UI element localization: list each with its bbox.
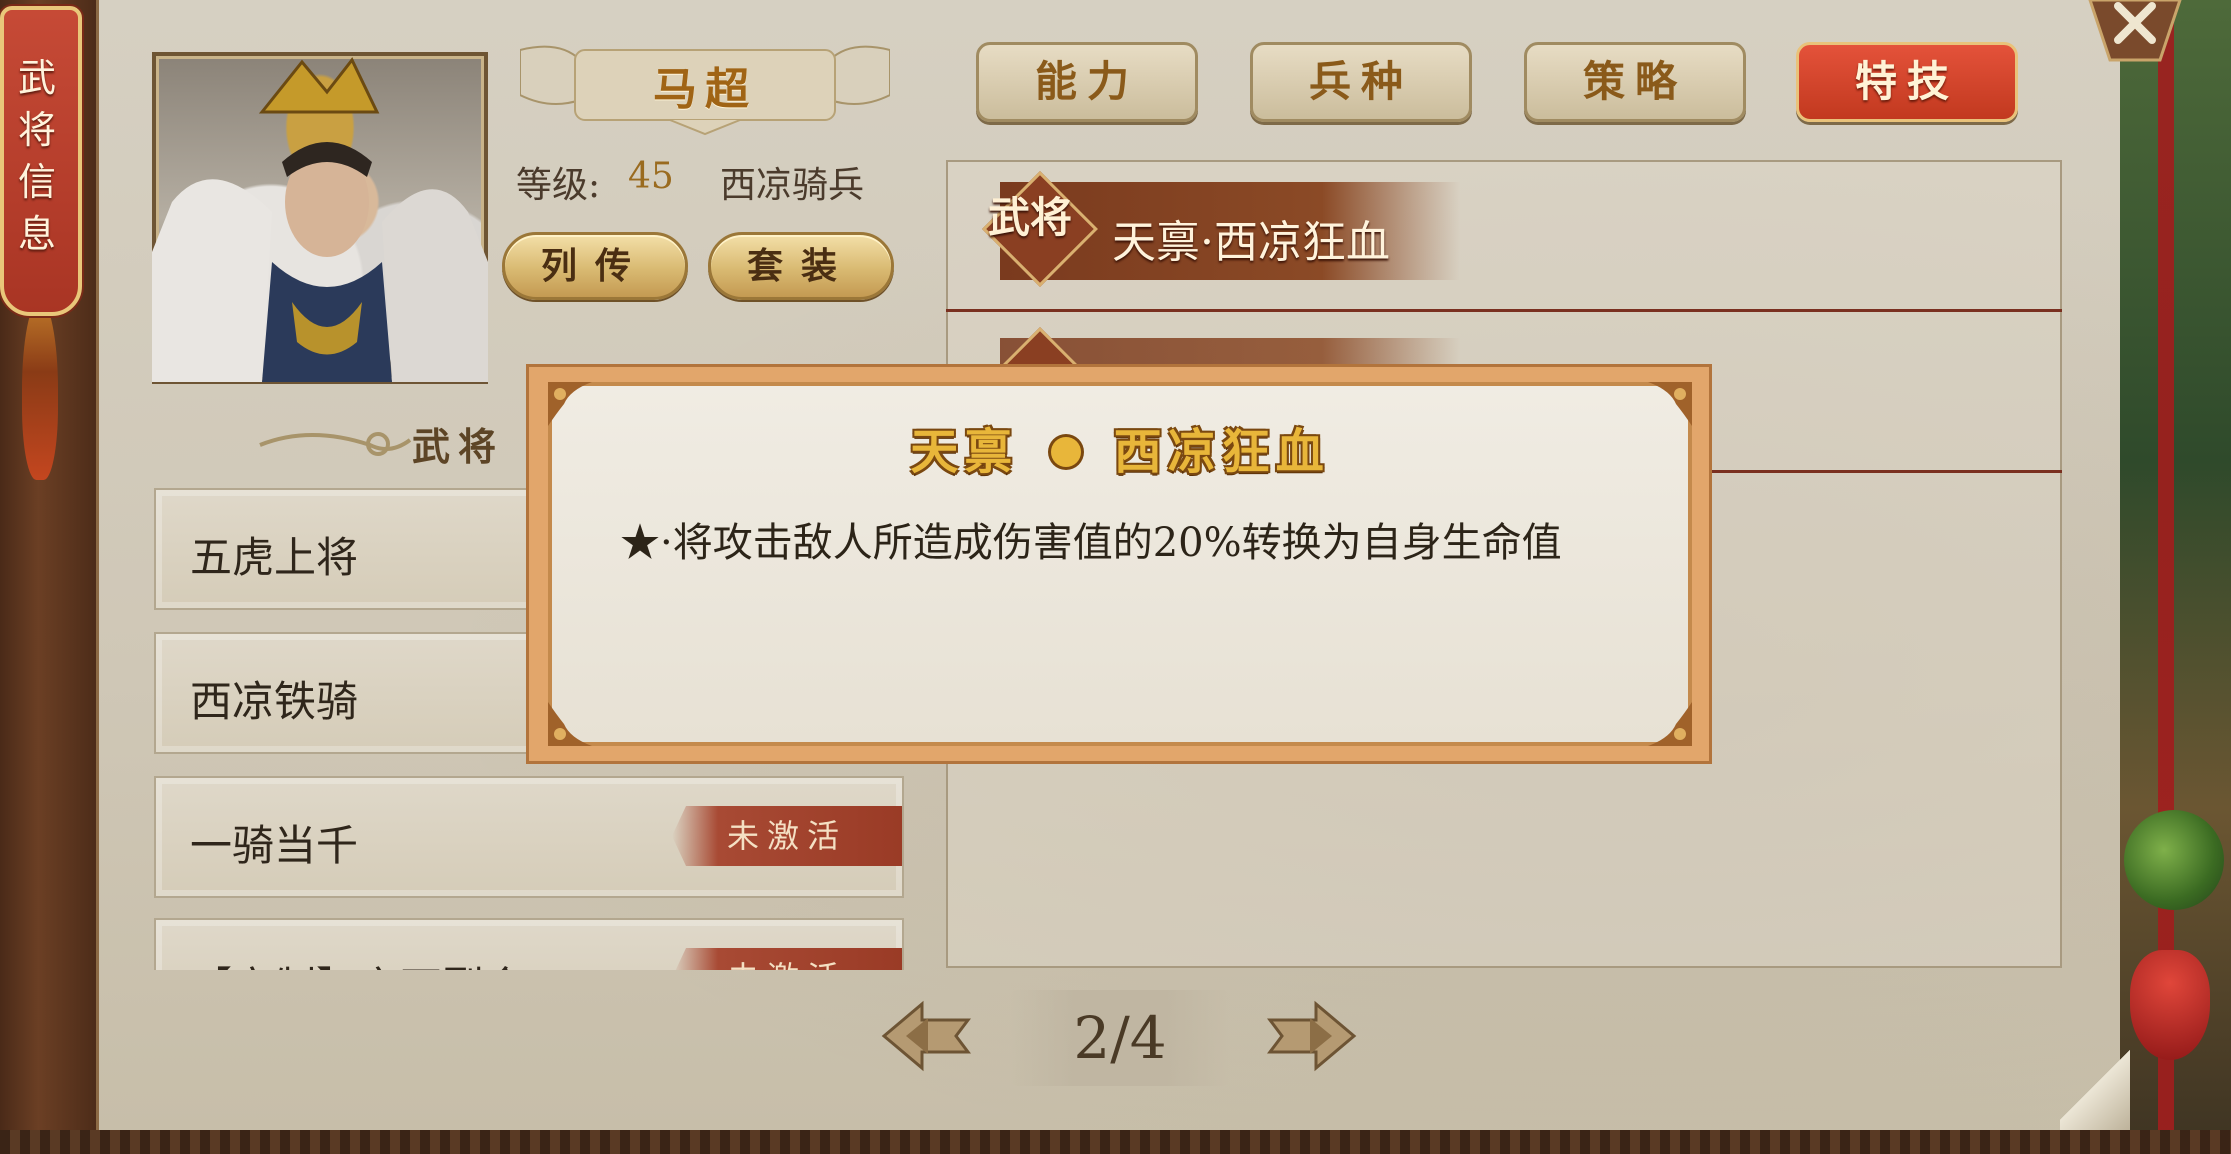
level-label: 等级: [516,165,601,206]
close-icon[interactable] [2080,0,2190,70]
skill-badge-label: 武将 [988,193,1073,242]
hero-portrait-art [152,57,488,382]
page-curl [2060,1040,2130,1130]
tab-troop[interactable]: 兵种 [1250,42,1472,122]
title-separator-dot-icon [1051,436,1081,467]
list-clip: 【定制】穿石裂金 未激活 [154,916,904,970]
troop-type: 西凉骑兵 [720,165,865,206]
skill-tooltip-title-left: 天禀 [910,424,1019,480]
tab-ability[interactable]: 能力 [976,42,1198,122]
corner-ornament-icon [1648,702,1692,746]
tassel-icon [22,300,58,480]
tab-special-skill[interactable]: 特技 [1796,42,2018,122]
status-badge: 未激活 [672,806,902,866]
equipment-set-button[interactable]: 套装 [708,232,894,300]
skill-tooltip-title: 天禀 西凉狂血 [548,412,1692,482]
jade-ornament-icon [2124,810,2224,910]
level-value: 45 [628,156,674,197]
list-item-label: 西凉铁骑 [190,677,359,726]
hero-name: 马超 [653,64,757,115]
biography-button[interactable]: 列传 [502,232,688,300]
list-item-label: 一骑当千 [190,821,359,870]
tab-hero-info-label: 武将信息 [17,56,56,256]
status-badge: 未激活 [672,948,902,970]
wood-frame-bottom [0,1130,2231,1154]
list-item-label: 【定制】穿石裂金 [190,954,526,970]
skill-name: 天禀·西凉狂血 [1112,217,1390,268]
skill-tooltip-description: ★·将攻击敌人所造成伤害值的20%转换为自身生命值 [620,520,1562,566]
skill-tooltip-title-right: 西凉狂血 [1113,424,1330,480]
tab-strategy[interactable]: 策略 [1524,42,1746,122]
list-item-label: 五虎上将 [190,533,359,582]
section-title: 武将 [412,424,505,469]
next-page-icon[interactable] [1262,996,1362,1076]
tassel-icon [2130,950,2210,1060]
corner-ornament-icon [548,702,592,746]
prev-page-icon[interactable] [876,996,976,1076]
scroll-ornament-icon [259,432,412,456]
page-indicator: 2/4 [1073,1004,1167,1072]
